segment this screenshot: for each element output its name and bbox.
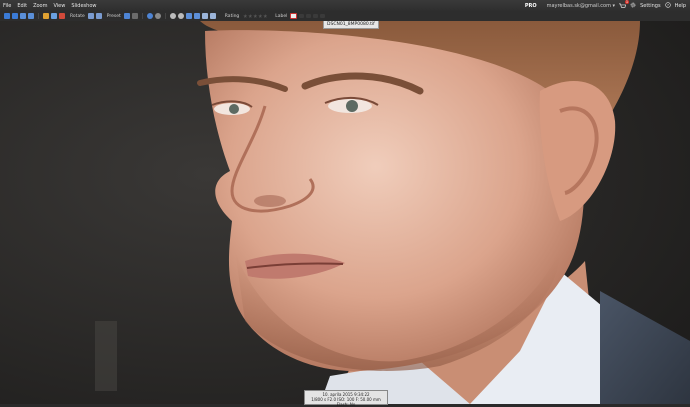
fullscreen-icon[interactable] <box>201 13 208 19</box>
folder-icon[interactable] <box>43 13 49 19</box>
menu-bar: File Edit Zoom View Slideshow PRO mayrel… <box>0 0 690 11</box>
flip-icon[interactable] <box>95 13 102 19</box>
rotate-right-icon[interactable] <box>28 13 34 19</box>
rotate-label: Rotate <box>70 13 85 19</box>
star-icon[interactable] <box>253 14 258 18</box>
filename-tag: DSCN01_8MP0080.tif <box>323 21 379 29</box>
preset-icon[interactable] <box>123 13 130 19</box>
grid-icon[interactable] <box>209 13 216 19</box>
notification-badge: 1 <box>624 0 630 4</box>
rotate-icon[interactable] <box>87 13 94 19</box>
settings-link[interactable]: Settings <box>640 3 661 9</box>
help-link[interactable]: Help <box>675 3 686 9</box>
fit-icon[interactable] <box>185 13 192 19</box>
preset-label: Preset <box>106 13 121 19</box>
label-swatch[interactable] <box>299 14 305 18</box>
divider <box>38 13 39 19</box>
star-icon[interactable] <box>243 14 248 18</box>
globe-icon[interactable] <box>146 13 153 19</box>
pro-badge: PRO <box>524 2 537 9</box>
label-label: Label <box>275 13 288 19</box>
exif-info-box: 10. apríla 2015 9:34:22 1/800 s F2.0 ISO… <box>304 390 388 407</box>
rating-label: Rating <box>224 13 240 19</box>
exif-details: 1/800 s F2.0 ISO: 100 F: 50.00 mm Flash:… <box>311 397 381 407</box>
label-swatch[interactable] <box>313 14 319 18</box>
menu-zoom[interactable]: Zoom <box>30 3 50 9</box>
back-arrow-icon[interactable] <box>4 13 10 19</box>
label-swatch[interactable] <box>320 14 326 18</box>
account-area: PRO mayrelbas.sk@gmail.com ▾ 1 Settings … <box>524 0 690 9</box>
help-icon[interactable]: ? <box>664 2 671 9</box>
menu-file[interactable]: File <box>0 3 14 9</box>
portrait-photo <box>0 21 690 404</box>
divider <box>141 13 143 19</box>
cart-icon[interactable]: 1 <box>619 0 630 9</box>
forward-arrow-icon[interactable] <box>12 13 18 19</box>
copy-icon[interactable] <box>51 13 57 19</box>
rotate-left-icon[interactable] <box>20 13 26 19</box>
adjust-icon[interactable] <box>131 13 138 19</box>
delete-icon[interactable] <box>59 13 65 19</box>
divider <box>164 13 166 19</box>
account-email-dropdown[interactable]: mayrelbas.sk@gmail.com ▾ <box>547 3 616 9</box>
gear-icon[interactable] <box>630 2 636 9</box>
rating-stars[interactable] <box>243 14 268 18</box>
star-icon[interactable] <box>248 14 253 18</box>
svg-text:?: ? <box>667 4 669 8</box>
zoom-in-icon[interactable] <box>169 13 176 19</box>
actual-size-icon[interactable] <box>193 13 200 19</box>
star-icon[interactable] <box>263 14 268 18</box>
zoom-out-icon[interactable] <box>177 13 184 19</box>
label-none-swatch[interactable] <box>290 13 298 19</box>
image-canvas[interactable]: DSCN01_8MP0080.tif <box>0 21 690 404</box>
label-swatch[interactable] <box>306 14 312 18</box>
menu-slideshow[interactable]: Slideshow <box>68 3 99 9</box>
menu-edit[interactable]: Edit <box>14 3 30 9</box>
star-icon[interactable] <box>258 14 263 18</box>
menu-view[interactable]: View <box>50 3 68 9</box>
info-icon[interactable] <box>154 13 161 19</box>
